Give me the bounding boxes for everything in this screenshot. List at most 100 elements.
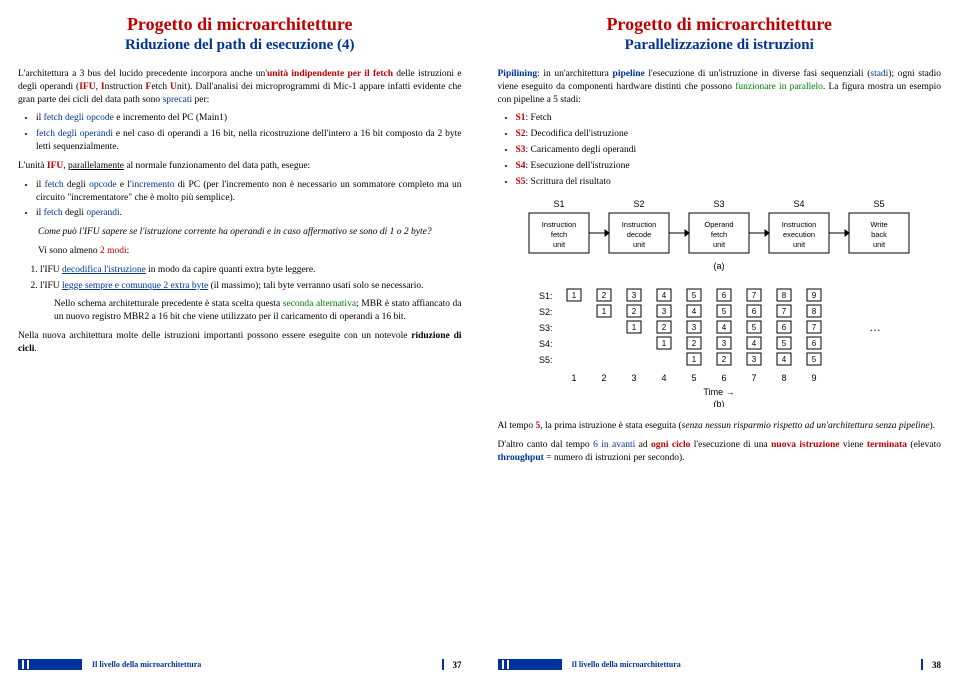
list-item: il fetch degli opcode e incremento del P… [36,112,462,125]
footer: Il livello della microarchitettura 38 [498,659,942,670]
list-item: il fetch degli operandi. [36,207,462,220]
svg-text:7: 7 [812,323,817,332]
svg-text:execution: execution [783,230,815,239]
paragraph: Nella nuova architettura molte delle ist… [18,330,462,356]
svg-text:back: back [871,230,887,239]
svg-text:unit: unit [713,240,726,249]
svg-text:8: 8 [812,307,817,316]
svg-text:2: 2 [722,355,727,364]
svg-text:S5:: S5: [539,355,553,365]
svg-text:S5: S5 [874,199,885,209]
svg-text:5: 5 [812,355,817,364]
svg-text:6: 6 [812,339,817,348]
svg-text:Instruction: Instruction [542,220,577,229]
svg-text:1: 1 [572,373,577,383]
svg-text:2: 2 [662,323,667,332]
footer-text: Il livello della microarchitettura [88,660,201,669]
svg-text:6: 6 [722,291,727,300]
svg-text:3: 3 [632,373,637,383]
svg-text:4: 4 [752,339,757,348]
svg-text:3: 3 [722,339,727,348]
svg-text:(a): (a) [714,261,725,271]
paragraph: Come può l'IFU sapere se l'istruzione co… [18,226,462,239]
list-item: l'IFU decodifica l'istruzione in modo da… [40,264,462,277]
svg-text:5: 5 [752,323,757,332]
paragraph: Vi sono almeno 2 modi: [18,245,462,258]
footer: Il livello della microarchitettura 37 [18,659,462,670]
svg-text:2: 2 [632,307,637,316]
page-subtitle: Riduzione del path di esecuzione (4) [18,37,462,54]
svg-text:Instruction: Instruction [622,220,657,229]
svg-text:3: 3 [692,323,697,332]
paragraph: D'altro canto dal tempo 6 in avanti ad o… [498,439,942,465]
svg-text:unit: unit [873,240,886,249]
svg-text:1: 1 [662,339,667,348]
svg-text:unit: unit [633,240,646,249]
svg-text:6: 6 [752,307,757,316]
svg-text:8: 8 [782,373,787,383]
page-title: Progetto di microarchitetture [498,14,942,35]
svg-text:unit: unit [793,240,806,249]
paragraph: L'unità IFU, parallelamente al normale f… [18,160,462,173]
svg-text:S3:: S3: [539,323,553,333]
svg-text:S4: S4 [794,199,805,209]
svg-text:S2:: S2: [539,307,553,317]
svg-text:9: 9 [812,291,817,300]
svg-text:S1:: S1: [539,291,553,301]
svg-text:1: 1 [572,291,577,300]
svg-text:…: … [869,320,881,334]
svg-text:fetch: fetch [711,230,727,239]
svg-text:5: 5 [692,373,697,383]
body-text: L'architettura a 3 bus del lucido preced… [18,68,462,356]
list-item: S4: Esecuzione dell'istruzione [516,160,942,173]
paragraph: Pipilining: in un'architettura pipeline … [498,68,942,106]
list-item: S1: Fetch [516,112,942,125]
svg-text:5: 5 [782,339,787,348]
paragraph: L'architettura a 3 bus del lucido preced… [18,68,462,106]
svg-text:Operand: Operand [705,220,734,229]
svg-text:Time →: Time → [704,387,735,397]
svg-text:3: 3 [752,355,757,364]
page-number: 37 [444,660,462,670]
svg-text:1: 1 [602,307,607,316]
diagram-a: S1 S2 S3 S4 S5 Instructionfetch [498,197,942,280]
footer-text: Il livello della microarchitettura [568,660,681,669]
svg-text:3: 3 [632,291,637,300]
svg-text:2: 2 [602,291,607,300]
paragraph: Al tempo 5, la prima istruzione è stata … [498,420,942,433]
list-item: il fetch degli opcode e l'incremento di … [36,179,462,205]
svg-text:4: 4 [782,355,787,364]
svg-text:decode: decode [627,230,652,239]
page-right: Progetto di microarchitetture Paralleliz… [480,0,959,678]
svg-text:S4:: S4: [539,339,553,349]
svg-text:4: 4 [662,291,667,300]
svg-text:2: 2 [692,339,697,348]
svg-text:7: 7 [752,291,757,300]
svg-text:fetch: fetch [551,230,567,239]
paragraph: Nello schema architetturale precedente è… [18,298,462,324]
list-item: S5: Scrittura del risultato [516,176,942,189]
svg-text:6: 6 [722,373,727,383]
svg-text:S2: S2 [634,199,645,209]
page-left: Progetto di microarchitetture Riduzione … [0,0,480,678]
svg-text:S1: S1 [554,199,565,209]
svg-text:5: 5 [692,291,697,300]
list-item: S2: Decodifica dell'istruzione [516,128,942,141]
svg-text:1: 1 [692,355,697,364]
svg-text:9: 9 [812,373,817,383]
svg-text:Write: Write [871,220,888,229]
svg-text:8: 8 [782,291,787,300]
svg-text:7: 7 [782,307,787,316]
svg-text:5: 5 [722,307,727,316]
svg-text:unit: unit [553,240,566,249]
svg-text:Instruction: Instruction [782,220,817,229]
diagram-b: S1: S2: S3: S4: S5: 1 2 3 4 5 6 7 8 9 1 2 3 4 5 6 7 8 1 2 3… [498,287,942,412]
svg-text:4: 4 [722,323,727,332]
body-text: Pipilining: in un'architettura pipeline … [498,68,942,465]
page-title: Progetto di microarchitetture [18,14,462,35]
list-item: l'IFU legge sempre e comunque 2 extra by… [40,280,462,293]
list-item: fetch degli operandi e nel caso di opera… [36,128,462,154]
list-item: S3: Caricamento degli operandi [516,144,942,157]
svg-text:7: 7 [752,373,757,383]
svg-text:1: 1 [632,323,637,332]
